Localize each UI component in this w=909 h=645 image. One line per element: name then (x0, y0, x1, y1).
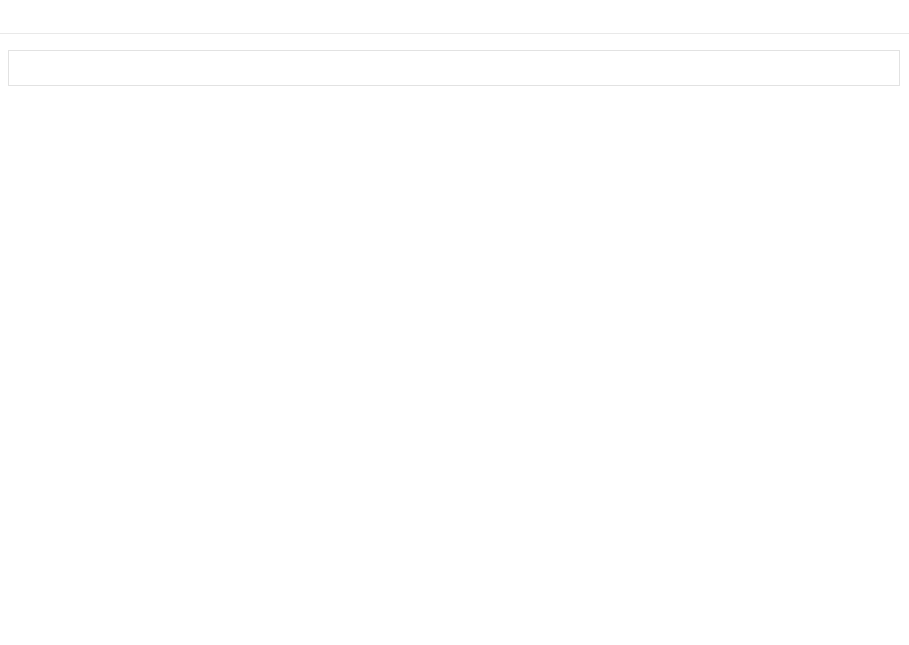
kline-chart-canvas (0, 0, 909, 645)
